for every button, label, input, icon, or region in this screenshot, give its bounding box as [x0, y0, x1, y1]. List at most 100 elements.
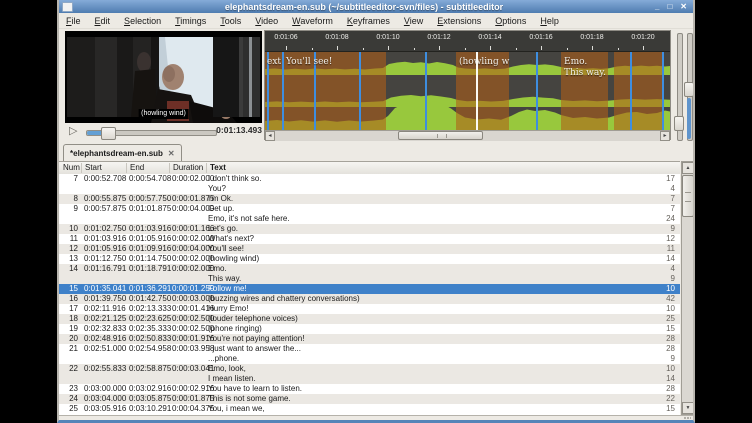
- seek-slider-thumb[interactable]: [101, 127, 116, 140]
- column-header-start[interactable]: Start: [81, 163, 129, 173]
- cell-num: 25: [59, 404, 81, 414]
- cell-text: Emo, look,I mean listen.: [208, 364, 619, 384]
- table-row[interactable]: 190:02:32.8330:02:35.3330:00:02.500(phon…: [59, 324, 680, 334]
- cell-end: 0:01:05.916: [129, 234, 172, 244]
- menu-item-edit[interactable]: Edit: [88, 14, 118, 28]
- table-row[interactable]: 90:00:57.8750:01:01.8750:00:04.000Get up…: [59, 204, 680, 224]
- menu-item-selection[interactable]: Selection: [117, 14, 168, 28]
- cell-start: 0:02:48.916: [81, 334, 129, 344]
- ruler-tick-minor: [363, 48, 364, 50]
- app-window: elephantsdream-en.sub (~/subtitleeditor-…: [57, 0, 695, 423]
- table-scrollbar[interactable]: ▲ ▼: [681, 161, 695, 415]
- menu-item-timings[interactable]: Timings: [168, 14, 213, 28]
- maximize-icon[interactable]: □: [667, 1, 672, 12]
- cell-chars-per-line: 15: [619, 404, 680, 414]
- table-row[interactable]: 170:02:11.9160:02:13.3330:00:01.416Hurry…: [59, 304, 680, 314]
- cell-duration: 0:00:02.000: [172, 254, 208, 264]
- video-seek-slider[interactable]: [86, 130, 217, 136]
- ruler-tick-label: 0:01:06: [266, 34, 306, 41]
- cell-end: 0:02:50.833: [129, 334, 172, 344]
- cell-duration: 0:00:01.250: [172, 284, 208, 294]
- menu-item-help[interactable]: Help: [533, 14, 566, 28]
- waveform-subtitle-label: (howling w: [459, 57, 509, 67]
- ruler-tick-label: 0:01:14: [470, 34, 510, 41]
- menu-item-keyframes[interactable]: Keyframes: [340, 14, 397, 28]
- table-row[interactable]: 70:00:52.7080:00:54.7080:00:02.000I don'…: [59, 174, 680, 194]
- minimize-icon[interactable]: _: [655, 1, 659, 12]
- menu-item-file[interactable]: File: [59, 14, 88, 28]
- cell-chars-per-line: 28: [619, 334, 680, 344]
- cell-end: 0:03:10.291: [129, 404, 172, 414]
- close-icon[interactable]: ✕: [680, 1, 687, 12]
- cell-text: This is not some game.: [208, 394, 619, 404]
- table-row[interactable]: 220:02:55.8330:02:58.8750:00:03.041Emo, …: [59, 364, 680, 384]
- cell-chars-per-line: 174: [619, 174, 680, 194]
- table-row[interactable]: 210:02:51.0000:02:54.9580:00:03.958I jus…: [59, 344, 680, 364]
- window-controls: _ □ ✕: [655, 1, 687, 12]
- ruler-tick-minor: [312, 48, 313, 50]
- scroll-right-icon[interactable]: ▸: [660, 131, 670, 141]
- table-row[interactable]: 80:00:55.8750:00:57.7500:00:01.875I'm Ok…: [59, 194, 680, 204]
- table-row[interactable]: 250:03:05.9160:03:10.2910:00:04.375You, …: [59, 404, 680, 414]
- play-button[interactable]: ▷: [69, 125, 77, 138]
- waveform-editor[interactable]: 0:01:060:01:080:01:100:01:120:01:140:01:…: [264, 30, 671, 140]
- resize-grip[interactable]: [684, 417, 691, 421]
- cell-duration: 0:00:01.875: [172, 394, 208, 404]
- ruler-tick-major: [541, 46, 542, 50]
- cell-num: 24: [59, 394, 81, 404]
- waveform-subtitle-label: Emo.: [564, 57, 587, 67]
- menu-item-extensions[interactable]: Extensions: [430, 14, 488, 28]
- ruler-tick-minor: [516, 48, 517, 50]
- menu-item-options[interactable]: Options: [488, 14, 533, 28]
- cell-start: 0:03:05.916: [81, 404, 129, 414]
- table-row[interactable]: 110:01:03.9160:01:05.9160:00:02.000What'…: [59, 234, 680, 244]
- playhead[interactable]: [476, 52, 478, 130]
- table-row[interactable]: 160:01:39.7500:01:42.7500:00:03.000(buzz…: [59, 294, 680, 304]
- cell-text: I don't think so.You?: [208, 174, 619, 194]
- cell-num: 23: [59, 384, 81, 394]
- cell-end: 0:03:05.875: [129, 394, 172, 404]
- menu-item-waveform[interactable]: Waveform: [285, 14, 340, 28]
- table-row[interactable]: 120:01:05.9160:01:09.9160:00:04.000You'l…: [59, 244, 680, 254]
- table-row[interactable]: 150:01:35.0410:01:36.2910:00:01.250Follo…: [59, 284, 680, 294]
- table-row[interactable]: 240:03:04.0000:03:05.8750:00:01.875This …: [59, 394, 680, 404]
- table-row[interactable]: 230:03:00.0000:03:02.9160:00:02.916You h…: [59, 384, 680, 394]
- menu-item-tools[interactable]: Tools: [213, 14, 248, 28]
- cell-duration: 0:00:02.000: [172, 264, 208, 274]
- cell-text: (howling wind): [208, 254, 619, 264]
- table-row[interactable]: 180:02:21.1250:02:23.6250:00:02.500(loud…: [59, 314, 680, 324]
- cell-end: 0:02:54.958: [129, 344, 172, 354]
- scroll-down-icon[interactable]: ▼: [682, 402, 694, 414]
- cell-chars-per-line: 15: [619, 324, 680, 334]
- cell-start: 0:02:11.916: [81, 304, 129, 314]
- app-icon: [62, 2, 73, 12]
- table-row[interactable]: 140:01:16.7910:01:18.7910:00:02.000Emo.T…: [59, 264, 680, 284]
- table-scrollbar-thumb[interactable]: [682, 175, 694, 217]
- column-header-end[interactable]: End: [126, 163, 172, 173]
- cell-num: 19: [59, 324, 81, 334]
- cell-chars-per-line: 12: [619, 234, 680, 244]
- scroll-up-icon[interactable]: ▲: [682, 162, 694, 174]
- cell-num: 15: [59, 284, 81, 294]
- titlebar[interactable]: elephantsdream-en.sub (~/subtitleeditor-…: [59, 0, 693, 13]
- menu-item-video[interactable]: Video: [248, 14, 285, 28]
- cell-text: You're not paying attention!: [208, 334, 619, 344]
- scale-slider-thumb[interactable]: [684, 82, 694, 97]
- table-row[interactable]: 200:02:48.9160:02:50.8330:00:01.916You'r…: [59, 334, 680, 344]
- waveform-scrollbar-thumb[interactable]: [398, 131, 483, 140]
- table-row[interactable]: 130:01:12.7500:01:14.7500:00:02.000(howl…: [59, 254, 680, 264]
- scroll-left-icon[interactable]: ◂: [265, 131, 275, 141]
- tab-close-icon[interactable]: ✕: [168, 149, 175, 158]
- column-header-duration[interactable]: Duration: [169, 163, 209, 173]
- menu-item-view[interactable]: View: [397, 14, 430, 28]
- tab-current-file[interactable]: *elephantsdream-en.sub ✕: [63, 144, 182, 162]
- status-bar: [59, 415, 693, 421]
- ruler-tick-label: 0:01:16: [521, 34, 561, 41]
- column-header-text[interactable]: Text: [206, 163, 610, 173]
- zoom-slider-thumb[interactable]: [674, 116, 684, 131]
- table-row[interactable]: 100:01:02.7500:01:03.9160:00:01.166Let's…: [59, 224, 680, 234]
- cell-chars-per-line: 49: [619, 264, 680, 284]
- cell-num: 12: [59, 244, 81, 254]
- waveform-area[interactable]: extYou'll see!(howling wEmo.This way.: [265, 52, 670, 130]
- waveform-scrollbar[interactable]: ◂ ▸: [265, 130, 670, 141]
